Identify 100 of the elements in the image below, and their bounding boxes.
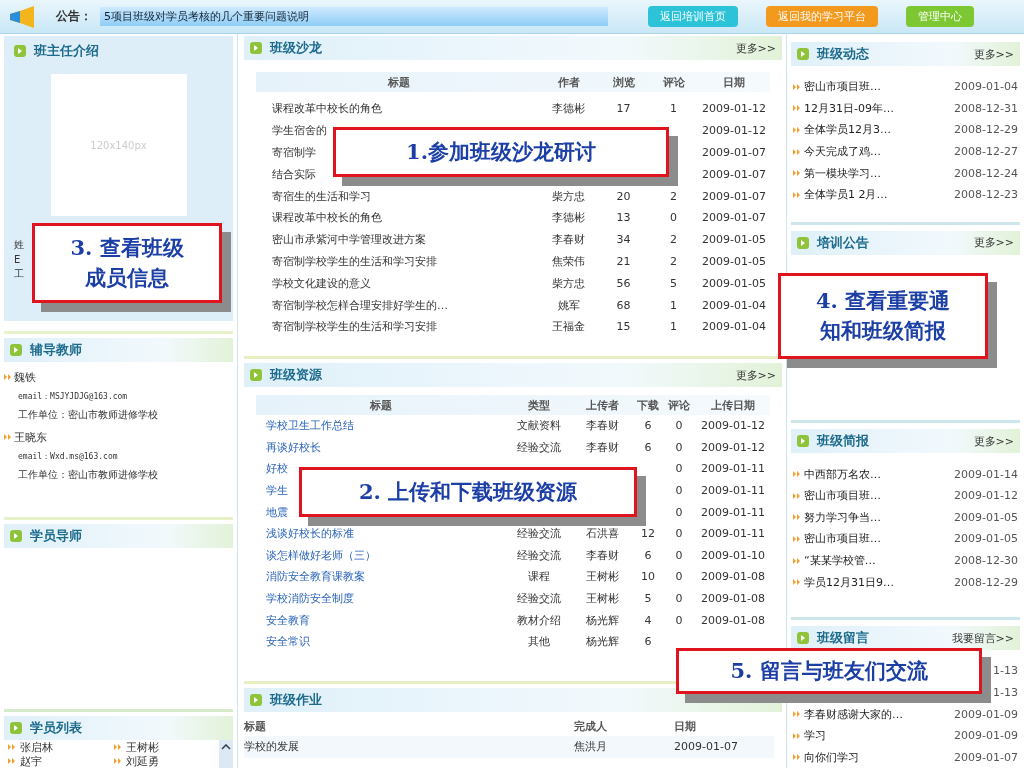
list-item-link[interactable]: 12月31日-09年… <box>804 100 894 116</box>
table-cell: 王树彬 <box>585 592 619 606</box>
chevron-icon <box>793 514 801 521</box>
resource-link[interactable]: 学生 <box>266 484 288 498</box>
table-cell: 焦洪月 <box>574 740 607 754</box>
list-item-link[interactable]: 中西部万名农… <box>804 466 881 482</box>
topic-link[interactable]: 寄宿制学校学生的生活和学习安排 <box>272 254 437 268</box>
topic-link[interactable]: 学生宿舍的 <box>272 124 327 138</box>
resource-link[interactable]: 地震 <box>266 505 288 519</box>
teacher-name: 王晓东 <box>14 429 47 445</box>
table-cell: 1 <box>670 102 677 116</box>
section-title: 班级简报 <box>817 432 869 451</box>
chevron-icon <box>793 557 801 564</box>
topic-link[interactable]: 学校文化建设的意义 <box>272 276 371 290</box>
resource-link[interactable]: 谈怎样做好老师（三） <box>266 548 376 562</box>
table-cell: 2009-01-04 <box>702 320 766 334</box>
list-item-link[interactable]: 全体学员12月3… <box>804 122 891 138</box>
table-cell: 2009-01-11 <box>701 462 765 476</box>
section-title: 班级留言 <box>817 629 869 648</box>
topic-link[interactable]: 结合实际 <box>272 167 316 181</box>
item-date: 1-13 <box>993 664 1019 678</box>
item-date: 2008-12-31 <box>954 101 1019 115</box>
notice-text[interactable]: 5项目班级对学员考核的几个重要问题说明 <box>100 7 608 26</box>
topic-link[interactable]: 寄宿制学 <box>272 146 316 159</box>
topic-link[interactable]: 课程改革中校长的角色 <box>272 102 382 116</box>
table-cell: 6 <box>644 440 652 454</box>
table-cell: 杨光辉 <box>585 635 619 649</box>
table-cell: 王福金 <box>552 320 585 334</box>
table-cell: 2009-01-07 <box>702 189 766 203</box>
table-cell: 2009-01-04 <box>702 298 766 312</box>
table-cell: 0 <box>675 440 683 454</box>
table-cell: 0 <box>675 527 683 541</box>
more-link[interactable]: 更多>> <box>735 40 776 56</box>
list-item-link[interactable]: 密山市项目班… <box>804 488 881 504</box>
resource-link[interactable]: 安全常识 <box>266 635 310 649</box>
chevron-icon <box>113 758 122 764</box>
topic-link[interactable]: 寄宿制学校学生的生活和学习安排 <box>272 320 437 334</box>
chevron-icon <box>4 374 12 381</box>
more-link[interactable]: 更多>> <box>973 235 1014 251</box>
more-link[interactable]: 更多>> <box>735 367 776 383</box>
chevron-icon <box>793 191 801 198</box>
table-cell: 石洪喜 <box>585 527 619 541</box>
info-text: E <box>14 254 21 265</box>
resource-link[interactable]: 安全教育 <box>266 613 310 627</box>
table-cell: 2009-01-11 <box>701 484 765 498</box>
resource-link[interactable]: 消防安全教育课教案 <box>266 570 365 584</box>
student-link[interactable]: 刘延勇 <box>125 753 159 768</box>
column-header: 完成人 <box>574 718 608 734</box>
list-item-link[interactable]: “某某学校管… <box>804 553 876 569</box>
student-link[interactable]: 张启林 <box>20 739 53 755</box>
table-cell: 2009-01-07 <box>702 167 766 181</box>
table-cell: 2 <box>670 254 677 268</box>
more-link[interactable]: 我要留言>> <box>951 630 1014 646</box>
list-item-link[interactable]: 密山市项目班… <box>804 79 881 95</box>
chevron-icon <box>793 579 801 586</box>
table-cell: 68 <box>616 298 631 312</box>
topic-link[interactable]: 寄宿生的生活和学习 <box>272 189 371 203</box>
table-cell: 2009-01-12 <box>701 440 765 454</box>
student-link[interactable]: 赵宇 <box>20 753 42 768</box>
scrollbar[interactable] <box>219 740 233 768</box>
table-cell: 杨光辉 <box>585 613 619 627</box>
section-title: 班级沙龙 <box>270 39 322 57</box>
item-date: 2008-12-27 <box>954 145 1019 159</box>
item-date: 2009-01-04 <box>954 80 1019 94</box>
table-cell: 21 <box>616 254 631 268</box>
table-cell: 1 <box>670 298 677 312</box>
topic-link[interactable]: 课程改革中校长的角色 <box>272 211 382 225</box>
more-link[interactable]: 更多>> <box>973 433 1014 449</box>
resource-link[interactable]: 再谈好校长 <box>266 440 321 454</box>
table-cell: 经验交流 <box>517 527 561 541</box>
topic-link[interactable]: 寄宿制学校怎样合理安排好学生的… <box>272 298 448 312</box>
table-cell: 教材介绍 <box>517 613 561 627</box>
list-item-link[interactable]: 学员12月31日9… <box>804 574 894 590</box>
resource-link[interactable]: 学校消防安全制度 <box>266 592 354 606</box>
table-cell: 56 <box>616 276 631 290</box>
info-text: 工 <box>14 267 24 281</box>
item-date: 1-13 <box>993 685 1019 699</box>
resource-link[interactable]: 好校 <box>266 462 288 476</box>
homework-link[interactable]: 学校的发展 <box>244 740 299 754</box>
topic-link[interactable]: 密山市承紫河中学管理改进方案 <box>272 233 426 247</box>
table-cell: 李德彬 <box>552 102 585 116</box>
resource-link[interactable]: 浅谈好校长的标准 <box>266 527 354 541</box>
table-cell: 2009-01-08 <box>701 570 765 584</box>
more-link[interactable]: 更多>> <box>973 46 1014 62</box>
resource-link[interactable]: 学校卫生工作总结 <box>266 419 354 433</box>
list-item-link[interactable]: 李春财感谢大家的… <box>804 706 903 722</box>
student-link[interactable]: 王树彬 <box>125 739 159 755</box>
item-date: 2009-01-05 <box>954 532 1019 546</box>
list-item-link[interactable]: 第一模块学习… <box>804 165 881 181</box>
list-item-link[interactable]: 学习 <box>804 728 826 744</box>
list-item-link[interactable]: 密山市项目班… <box>804 531 881 547</box>
table-cell: 0 <box>675 462 683 476</box>
callout-text: 2. 上传和下载班级资源 <box>358 477 578 506</box>
list-item-link[interactable]: 全体学员1 2月… <box>804 187 888 203</box>
table-cell: 6 <box>644 419 652 433</box>
list-item-link[interactable]: 今天完成了鸡… <box>804 144 881 160</box>
chevron-icon <box>793 754 801 761</box>
item-date: 2009-01-09 <box>954 729 1019 743</box>
list-item-link[interactable]: 向你们学习 <box>804 749 859 765</box>
list-item-link[interactable]: 努力学习争当… <box>804 509 881 525</box>
